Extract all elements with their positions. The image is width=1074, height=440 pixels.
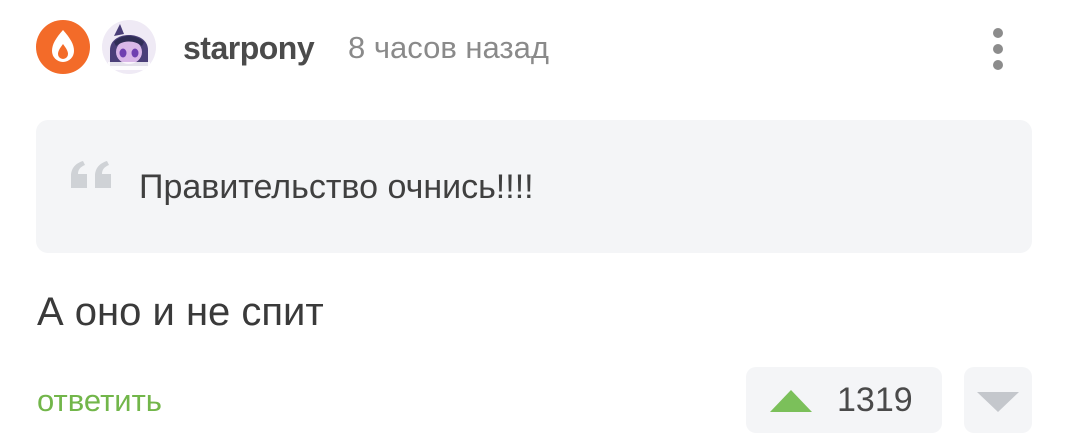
rating-count: 1319 — [837, 381, 913, 419]
fire-badge-icon — [36, 20, 90, 74]
username-link[interactable]: starpony — [183, 30, 315, 67]
arrow-down-icon — [975, 390, 1021, 414]
downvote-button[interactable] — [964, 367, 1032, 433]
comment-timestamp: 8 часов назад — [348, 30, 549, 65]
quote-text: Правительство очнись!!!! — [139, 168, 534, 206]
quote-icon — [69, 160, 119, 190]
comment-header: starpony 8 часов назад — [36, 18, 1036, 78]
comment-body: А оно и не спит — [37, 290, 324, 334]
arrow-up-icon — [768, 388, 814, 414]
avatar[interactable] — [102, 20, 156, 74]
upvote-button[interactable]: 1319 — [746, 367, 942, 433]
quote-block: Правительство очнись!!!! — [36, 120, 1032, 253]
reply-button[interactable]: ответить — [37, 383, 162, 419]
more-vertical-icon[interactable] — [986, 24, 1010, 74]
